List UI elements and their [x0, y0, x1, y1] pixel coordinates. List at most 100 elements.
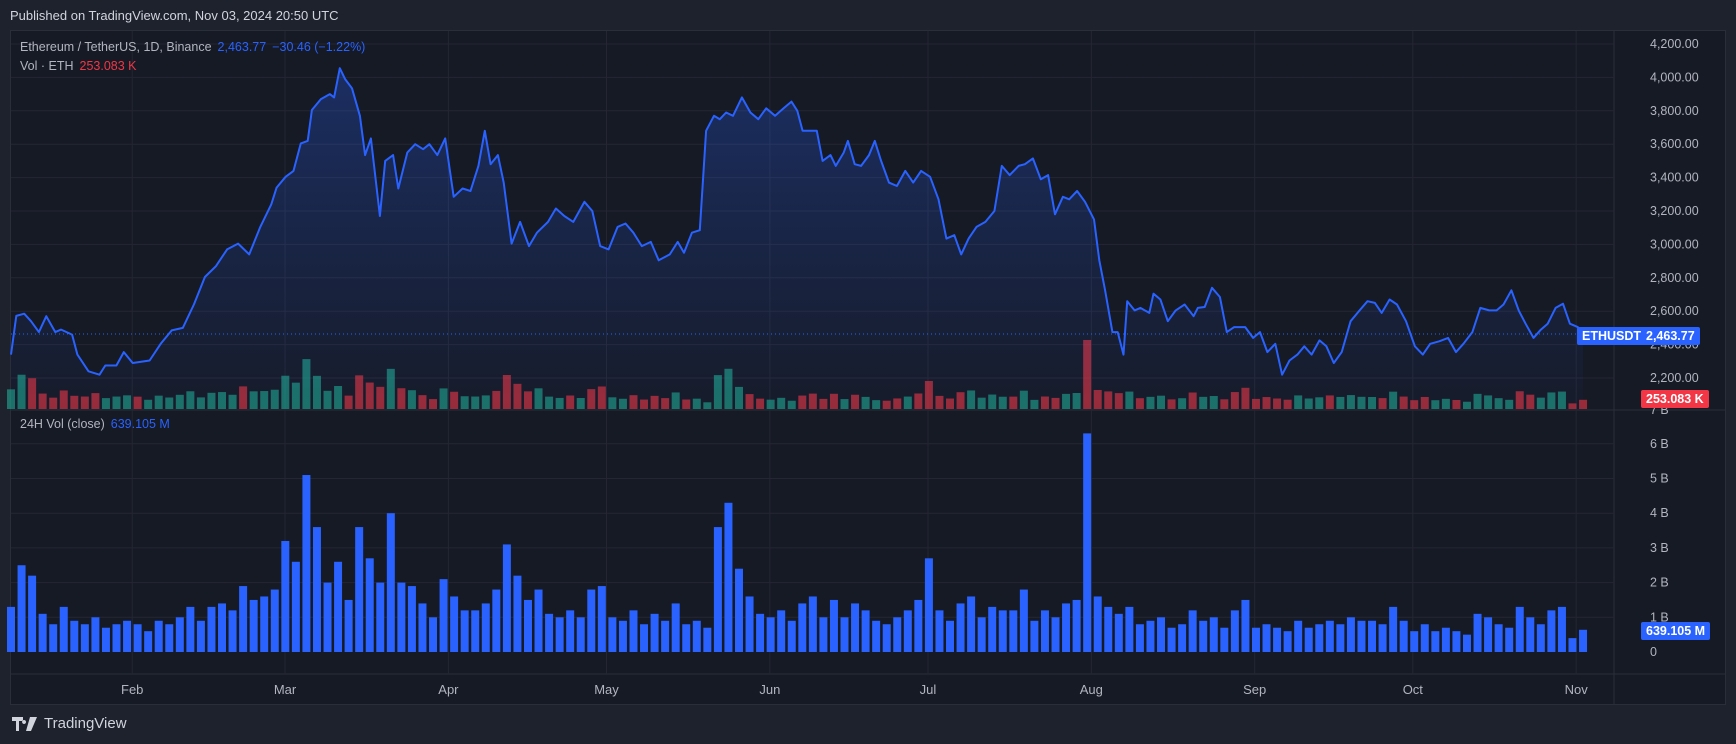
vol24-bar: [534, 589, 543, 652]
vol24-bar: [1389, 606, 1398, 652]
vol24-bar: [1547, 610, 1556, 652]
vol24-bar: [302, 475, 311, 652]
vol24-bar: [819, 617, 828, 652]
vol24-bar: [734, 568, 743, 652]
vol24-bar: [1209, 617, 1218, 652]
vol24-bar: [154, 620, 163, 652]
vol24-bar: [1505, 627, 1514, 652]
vol24-bar: [1494, 624, 1503, 652]
vol24-bar: [1473, 613, 1482, 652]
vol24-bar: [460, 610, 469, 652]
vol24-bar: [671, 603, 680, 652]
vol24-bar: [618, 620, 627, 652]
vol24-bar: [91, 617, 100, 652]
vol24-bar: [829, 599, 838, 652]
vol24-bar: [450, 596, 459, 652]
vol24-bar: [38, 613, 47, 652]
vol24-bar: [365, 558, 374, 652]
vol24-tag: 639.105 M: [1641, 622, 1711, 640]
vol24-bar: [1135, 624, 1144, 652]
vol24-bar: [1083, 433, 1092, 652]
vol24-bar: [640, 624, 649, 652]
vol24-bar: [988, 606, 997, 652]
vol24-bar: [123, 620, 132, 652]
vol24-bar: [1315, 624, 1324, 652]
vol24-bar: [555, 617, 564, 652]
price-tick-label: 3,200.00: [1650, 204, 1699, 218]
vol24-bar: [1114, 613, 1123, 652]
vol24-bar: [133, 624, 142, 652]
vol24-bar: [1462, 634, 1471, 652]
vol24-bar: [249, 599, 258, 652]
time-tick-label: Sep: [1243, 682, 1266, 697]
vol24-bar: [270, 589, 279, 652]
vol24-bar: [1420, 624, 1429, 652]
vol24-bar: [1346, 617, 1355, 652]
price-tick-label: 2,800.00: [1650, 271, 1699, 285]
vol24-bar: [1019, 589, 1028, 652]
vol24-bar: [1515, 606, 1524, 652]
vol24-bar: [1167, 627, 1176, 652]
vol24-bar: [1526, 617, 1535, 652]
vol24-bar: [1579, 629, 1588, 652]
time-tick-label: Jul: [920, 682, 937, 697]
vol24-bar: [260, 596, 269, 652]
vol24-bar: [59, 606, 68, 652]
time-tick-label: Oct: [1403, 682, 1424, 697]
vol24-bar: [777, 610, 786, 652]
last-price: 2,463.77: [217, 40, 267, 54]
vol24-bar: [787, 620, 796, 652]
tradingview-logo[interactable]: TradingView: [12, 715, 127, 732]
vol24-bar: [376, 582, 385, 652]
vol24-bar: [1093, 596, 1102, 652]
vol24-bar: [766, 617, 775, 652]
vol24-bar: [1399, 620, 1408, 652]
vol24-legend: 24H Vol (close) 639.105 M: [20, 417, 170, 431]
time-tick-label: Feb: [121, 682, 143, 697]
vol24-bar: [186, 606, 195, 652]
vol-tick-label: 6 B: [1650, 437, 1669, 451]
vol24-bar: [207, 606, 216, 652]
vol24-bar: [1125, 606, 1134, 652]
vol24-bar: [745, 596, 754, 652]
time-tick-label: Jun: [759, 682, 780, 697]
time-tick-label: Nov: [1565, 682, 1589, 697]
vol24-bar: [281, 540, 290, 652]
vol24-bar: [112, 624, 121, 652]
volume-label[interactable]: Vol · ETH: [20, 59, 74, 73]
vol24-bar: [1040, 610, 1049, 652]
vol24-bar: [1241, 599, 1250, 652]
vol24-bar: [946, 620, 955, 652]
symbol-title[interactable]: Ethereum / TetherUS, 1D, Binance: [20, 40, 212, 54]
vol24-bar: [545, 613, 554, 652]
vol24-bar: [407, 586, 416, 652]
vol24-label[interactable]: 24H Vol (close): [20, 417, 105, 431]
vol24-bar: [882, 624, 891, 652]
time-tick-label: Apr: [438, 682, 459, 697]
vol24-bar: [1441, 627, 1450, 652]
vol24-bar: [587, 589, 596, 652]
price-tick-label: 3,600.00: [1650, 137, 1699, 151]
vol24-bar: [851, 603, 860, 652]
vol24-bar: [291, 561, 300, 652]
vol24-bar: [956, 603, 965, 652]
price-change: −30.46 (−1.22%): [272, 40, 366, 54]
vol24-bar: [1325, 620, 1334, 652]
vol24-bar: [49, 624, 58, 652]
vol24-bar: [1357, 620, 1366, 652]
vol24-bar: [418, 603, 427, 652]
vol24-bar: [703, 627, 712, 652]
vol24-bar: [1294, 620, 1303, 652]
vol-tick-label: 0: [1650, 645, 1657, 659]
vol24-bar: [650, 613, 659, 652]
vol24-bar: [798, 603, 807, 652]
vol24-bar: [386, 513, 395, 652]
vol24-bar: [355, 527, 364, 652]
vol24-bar: [893, 617, 902, 652]
vol24-bar: [914, 599, 923, 652]
vol24-bar: [1220, 627, 1229, 652]
vol24-bar: [756, 613, 765, 652]
chart-canvas[interactable]: 2,200.002,400.002,600.002,800.003,000.00…: [0, 0, 1736, 744]
vol24-bar: [1062, 603, 1071, 652]
price-tick-label: 3,000.00: [1650, 237, 1699, 251]
